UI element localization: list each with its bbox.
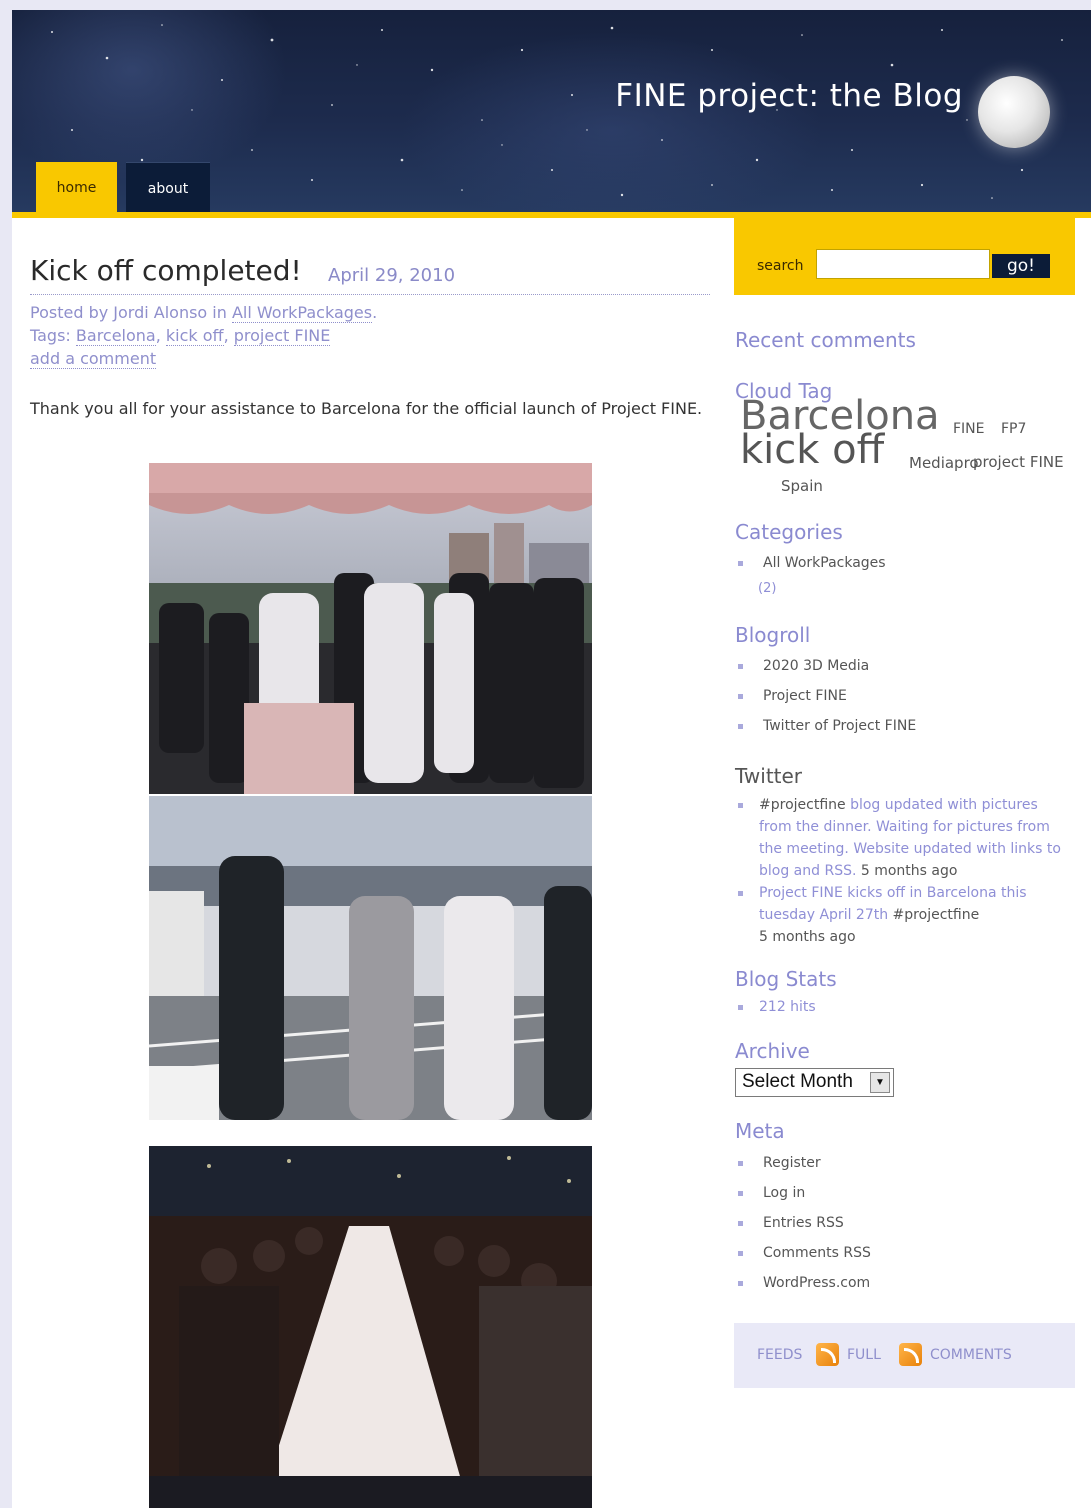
nav-tab-home[interactable]: home — [36, 162, 117, 212]
feed-comments-link[interactable]: COMMENTS — [930, 1347, 1012, 1363]
cloud-tag-spain[interactable]: Spain — [781, 477, 823, 495]
header-banner: FINE project: the Blog home about — [12, 10, 1091, 212]
photo-dinner-table[interactable] — [149, 1146, 592, 1508]
author-name: Jordi Alonso — [113, 303, 208, 322]
period: . — [372, 303, 378, 322]
meta-item-register[interactable]: Register — [735, 1148, 871, 1178]
blogroll-item-twitter[interactable]: Twitter of Project FINE — [735, 711, 916, 741]
tag-link-project-fine[interactable]: project FINE — [233, 326, 331, 346]
post-date: April 29, 2010 — [328, 265, 456, 286]
twitter-heading: Twitter — [735, 764, 803, 788]
blogroll-item-2020-3d-media[interactable]: 2020 3D Media — [735, 651, 916, 681]
search-box: search go! — [734, 218, 1075, 295]
archive-heading: Archive — [735, 1039, 810, 1063]
categories-list: All WorkPackages — [735, 548, 886, 578]
chevron-down-icon[interactable]: ▼ — [870, 1072, 890, 1093]
in-text: in — [207, 303, 232, 322]
rss-icon[interactable] — [899, 1343, 922, 1366]
rss-icon[interactable] — [816, 1343, 839, 1366]
page: FINE project: the Blog home about Kick o… — [12, 10, 1091, 1508]
tweet-hashtag[interactable]: #projectfine — [759, 797, 846, 813]
photo-marina-image — [149, 796, 592, 1120]
moon-image — [978, 76, 1050, 148]
blogroll-item-project-fine[interactable]: Project FINE — [735, 681, 916, 711]
photo-terrace-group[interactable] — [149, 463, 592, 794]
search-go-button[interactable]: go! — [992, 254, 1050, 278]
title-divider — [30, 294, 710, 295]
meta-item-wordpress[interactable]: WordPress.com — [735, 1268, 871, 1298]
archive-select[interactable]: Select Month ▼ — [735, 1068, 894, 1097]
tags-label: Tags: — [30, 326, 76, 345]
blog-stats-hits: 212 hits — [735, 992, 816, 1022]
cloud-tag-fine[interactable]: FINE — [953, 421, 985, 437]
cloud-tag-fp7[interactable]: FP7 — [1001, 421, 1026, 437]
recent-comments-heading: Recent comments — [735, 328, 916, 352]
search-label: search — [757, 258, 804, 274]
photo-dinner-image — [149, 1146, 592, 1508]
blog-stats-heading: Blog Stats — [735, 967, 837, 991]
tweet-time: 5 months ago — [856, 863, 958, 879]
meta-item-log-in[interactable]: Log in — [735, 1178, 871, 1208]
meta-list: Register Log in Entries RSS Comments RSS… — [735, 1148, 871, 1298]
tweet-item: Project FINE kicks off in Barcelona this… — [735, 882, 1065, 948]
posted-by-text: Posted by — [30, 303, 114, 322]
feeds-bar: FEEDS FULL COMMENTS — [734, 1323, 1075, 1388]
search-input[interactable] — [816, 249, 990, 279]
post-byline: Posted by Jordi Alonso in All WorkPackag… — [30, 303, 378, 323]
add-comment-row: add a comment — [30, 349, 157, 369]
cloud-tag-kick-off[interactable]: kick off — [740, 430, 884, 470]
tweet-time: 5 months ago — [759, 929, 856, 945]
post-title[interactable]: Kick off completed! — [30, 254, 302, 287]
photo-terrace-image — [149, 463, 592, 794]
photo-marina-group[interactable] — [149, 796, 592, 1120]
cloud-tag-mediapro[interactable]: Mediapro — [909, 454, 979, 472]
tweet-hashtag[interactable]: #projectfine — [888, 907, 980, 923]
add-comment-link[interactable]: add a comment — [30, 349, 157, 369]
archive-select-value: Select Month — [742, 1071, 853, 1092]
tag-link-barcelona[interactable]: Barcelona — [75, 326, 156, 346]
category-link[interactable]: All WorkPackages — [231, 303, 373, 323]
cloud-tag-project-fine[interactable]: project FINE — [973, 453, 1064, 471]
category-item[interactable]: All WorkPackages — [735, 548, 886, 578]
blogroll-heading: Blogroll — [735, 623, 811, 647]
post-body: Thank you all for your assistance to Bar… — [30, 399, 703, 418]
category-label: All WorkPackages — [763, 555, 886, 571]
blog-stats-list: 212 hits — [735, 992, 816, 1022]
category-count: (2) — [758, 581, 777, 596]
categories-heading: Categories — [735, 520, 843, 544]
meta-item-entries-rss[interactable]: Entries RSS — [735, 1208, 871, 1238]
blogroll-list: 2020 3D Media Project FINE Twitter of Pr… — [735, 651, 916, 741]
tweet-item: #projectfine blog updated with pictures … — [735, 794, 1065, 882]
feed-full-link[interactable]: FULL — [847, 1347, 881, 1363]
meta-heading: Meta — [735, 1119, 785, 1143]
nav-tab-about[interactable]: about — [126, 162, 210, 212]
site-title[interactable]: FINE project: the Blog — [615, 78, 963, 114]
twitter-list: #projectfine blog updated with pictures … — [735, 794, 1065, 948]
meta-item-comments-rss[interactable]: Comments RSS — [735, 1238, 871, 1268]
tag-link-kick-off[interactable]: kick off — [165, 326, 224, 346]
post-tags: Tags: Barcelona, kick off, project FINE — [30, 326, 331, 346]
feeds-label: FEEDS — [757, 1347, 803, 1363]
